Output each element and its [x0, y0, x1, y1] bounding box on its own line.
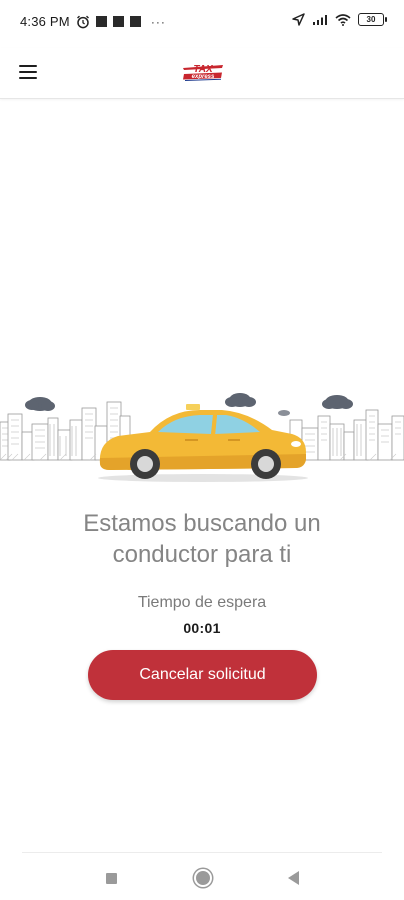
- cloud-icon: [25, 397, 55, 411]
- car-shadow: [98, 474, 308, 482]
- status-right: 30: [292, 13, 387, 26]
- menu-line: [19, 77, 37, 79]
- app-bar: TAX express: [0, 48, 404, 99]
- system-nav-bar: [22, 852, 382, 900]
- app-logo: TAX express: [183, 64, 223, 81]
- taxi-car: [99, 404, 307, 479]
- menu-button[interactable]: [14, 58, 42, 86]
- app-screen: 4:36 PM ··· 30 TAX express Estamos busca…: [0, 0, 404, 900]
- recents-square-icon: [105, 872, 117, 884]
- menu-line: [19, 71, 37, 73]
- headline-line-2: conductor para ti: [112, 541, 292, 568]
- home-circle-icon: [196, 871, 210, 885]
- wifi-icon: [335, 13, 351, 26]
- back-triangle-icon: [287, 871, 299, 885]
- back-button[interactable]: [282, 867, 304, 889]
- status-left: 4:36 PM ···: [20, 14, 166, 29]
- taxi-roof-sign: [186, 404, 200, 410]
- cancel-request-button[interactable]: Cancelar solicitud: [88, 650, 317, 700]
- signal-icon: [313, 14, 327, 25]
- status-bar: 4:36 PM ··· 30: [0, 0, 404, 48]
- wait-time-value: 00:01: [183, 620, 221, 636]
- notification-icon: [95, 16, 107, 27]
- recents-button[interactable]: [100, 867, 122, 889]
- more-notifications-icon: ···: [150, 14, 166, 29]
- wait-time-label: Tiempo de espera: [137, 594, 267, 611]
- alarm-icon: [76, 15, 89, 28]
- home-button[interactable]: [192, 867, 214, 889]
- notification-icon: [129, 16, 141, 27]
- taxi-city-illustration: [0, 393, 404, 482]
- menu-line: [19, 65, 37, 67]
- headline-line-1: Estamos buscando un: [83, 510, 321, 537]
- battery-icon: 30: [358, 13, 387, 26]
- notification-icon: [112, 16, 124, 27]
- cloud-icon: [225, 393, 256, 407]
- city-skyline-right: [289, 409, 404, 461]
- location-icon: [292, 13, 305, 26]
- cloud-icon: [322, 395, 353, 409]
- searching-headline: Estamos buscando un conductor para ti: [0, 508, 404, 570]
- status-time: 4:36 PM: [20, 14, 70, 29]
